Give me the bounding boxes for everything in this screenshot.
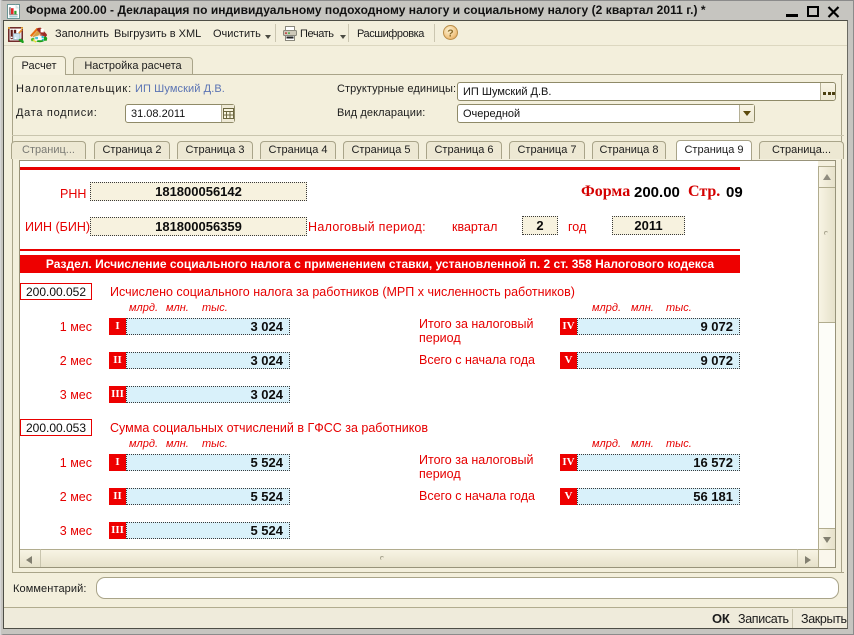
svg-text:?: ? (447, 28, 453, 40)
